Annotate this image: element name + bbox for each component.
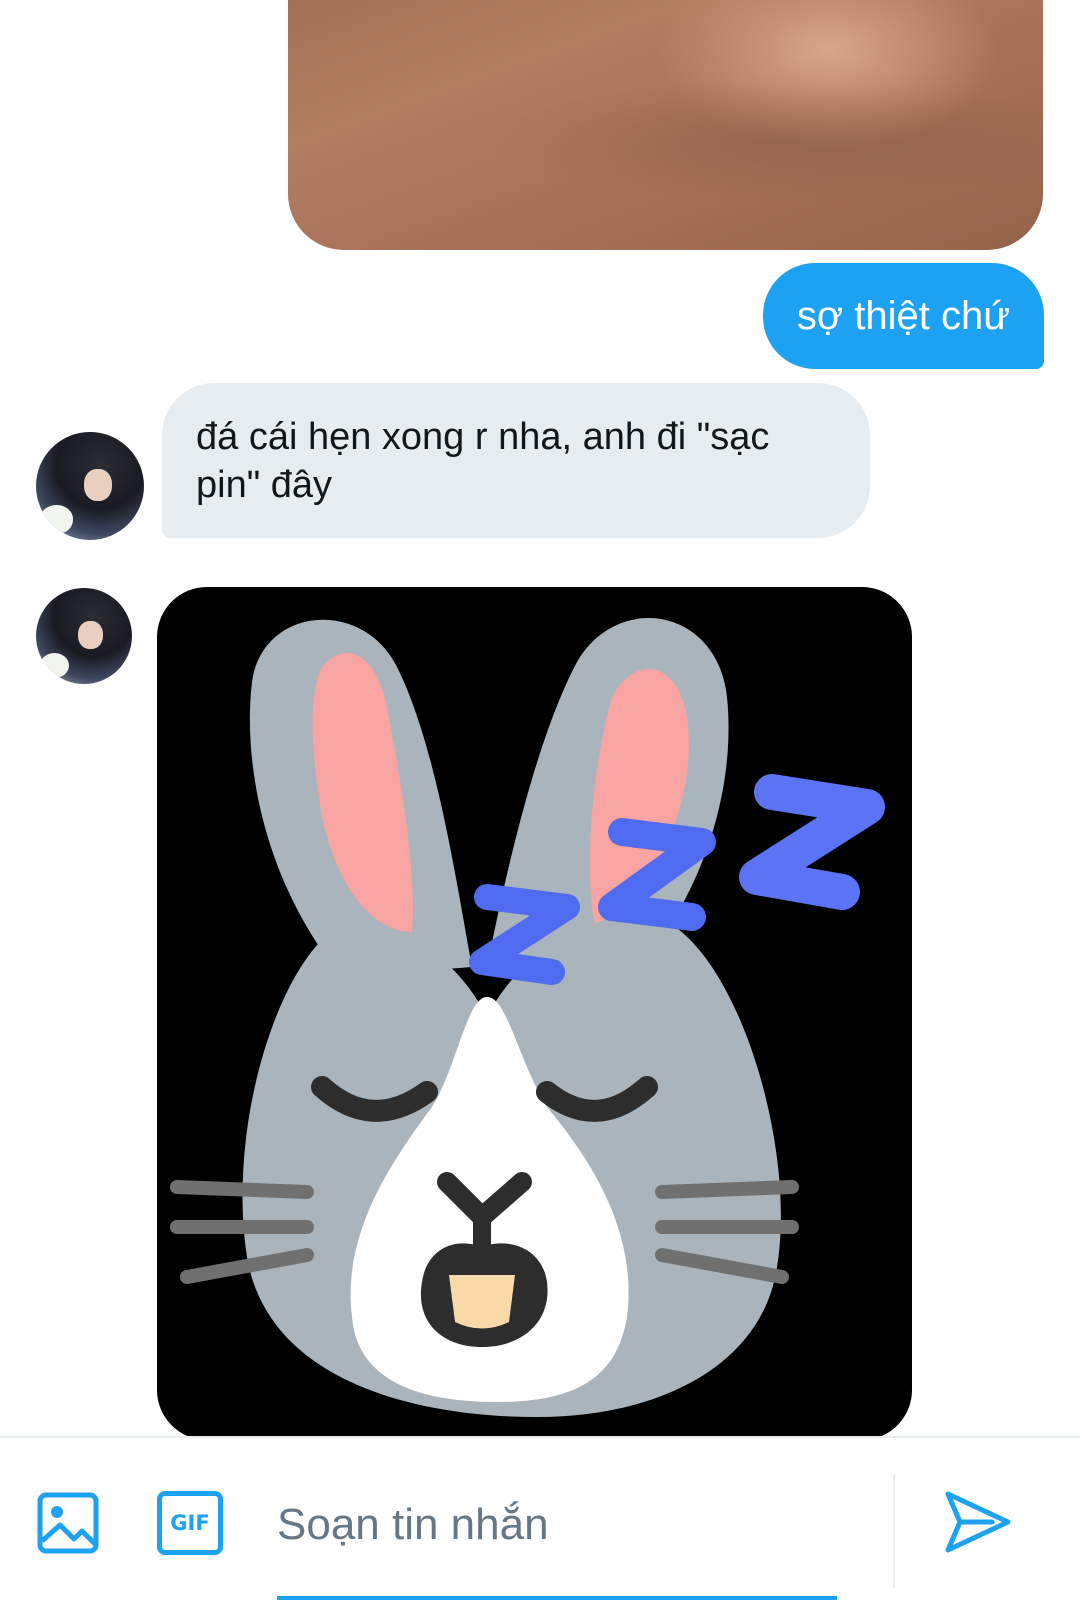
- send-icon: [945, 1491, 1011, 1553]
- send-button[interactable]: [942, 1490, 1014, 1554]
- avatar[interactable]: [36, 588, 132, 684]
- message-composer: GIF Soạn tin nhắn: [0, 1436, 1080, 1600]
- outgoing-message-text: sợ thiệt chứ: [796, 293, 1010, 338]
- input-focus-underline: [277, 1596, 837, 1600]
- gif-button[interactable]: GIF: [157, 1491, 223, 1555]
- outgoing-message-bubble[interactable]: sợ thiệt chứ: [762, 263, 1044, 369]
- gif-icon: GIF: [170, 1511, 210, 1535]
- sleeping-rabbit-sticker[interactable]: [157, 587, 912, 1436]
- incoming-message-text: đá cái hẹn xong r nha, anh đi "sạc pin" …: [196, 416, 770, 506]
- image-icon: [37, 1492, 99, 1554]
- message-input-placeholder: Soạn tin nhắn: [277, 1500, 549, 1549]
- photo-message[interactable]: [288, 0, 1043, 250]
- image-button[interactable]: [36, 1491, 100, 1555]
- message-input[interactable]: Soạn tin nhắn: [277, 1438, 837, 1600]
- sleeping-rabbit-emoji: [170, 618, 885, 1417]
- composer-divider: [893, 1474, 895, 1588]
- incoming-message-bubble[interactable]: đá cái hẹn xong r nha, anh đi "sạc pin" …: [162, 383, 870, 538]
- conversation-view: sợ thiệt chứ đá cái hẹn xong r nha, anh …: [0, 0, 1080, 1436]
- avatar[interactable]: [36, 432, 144, 540]
